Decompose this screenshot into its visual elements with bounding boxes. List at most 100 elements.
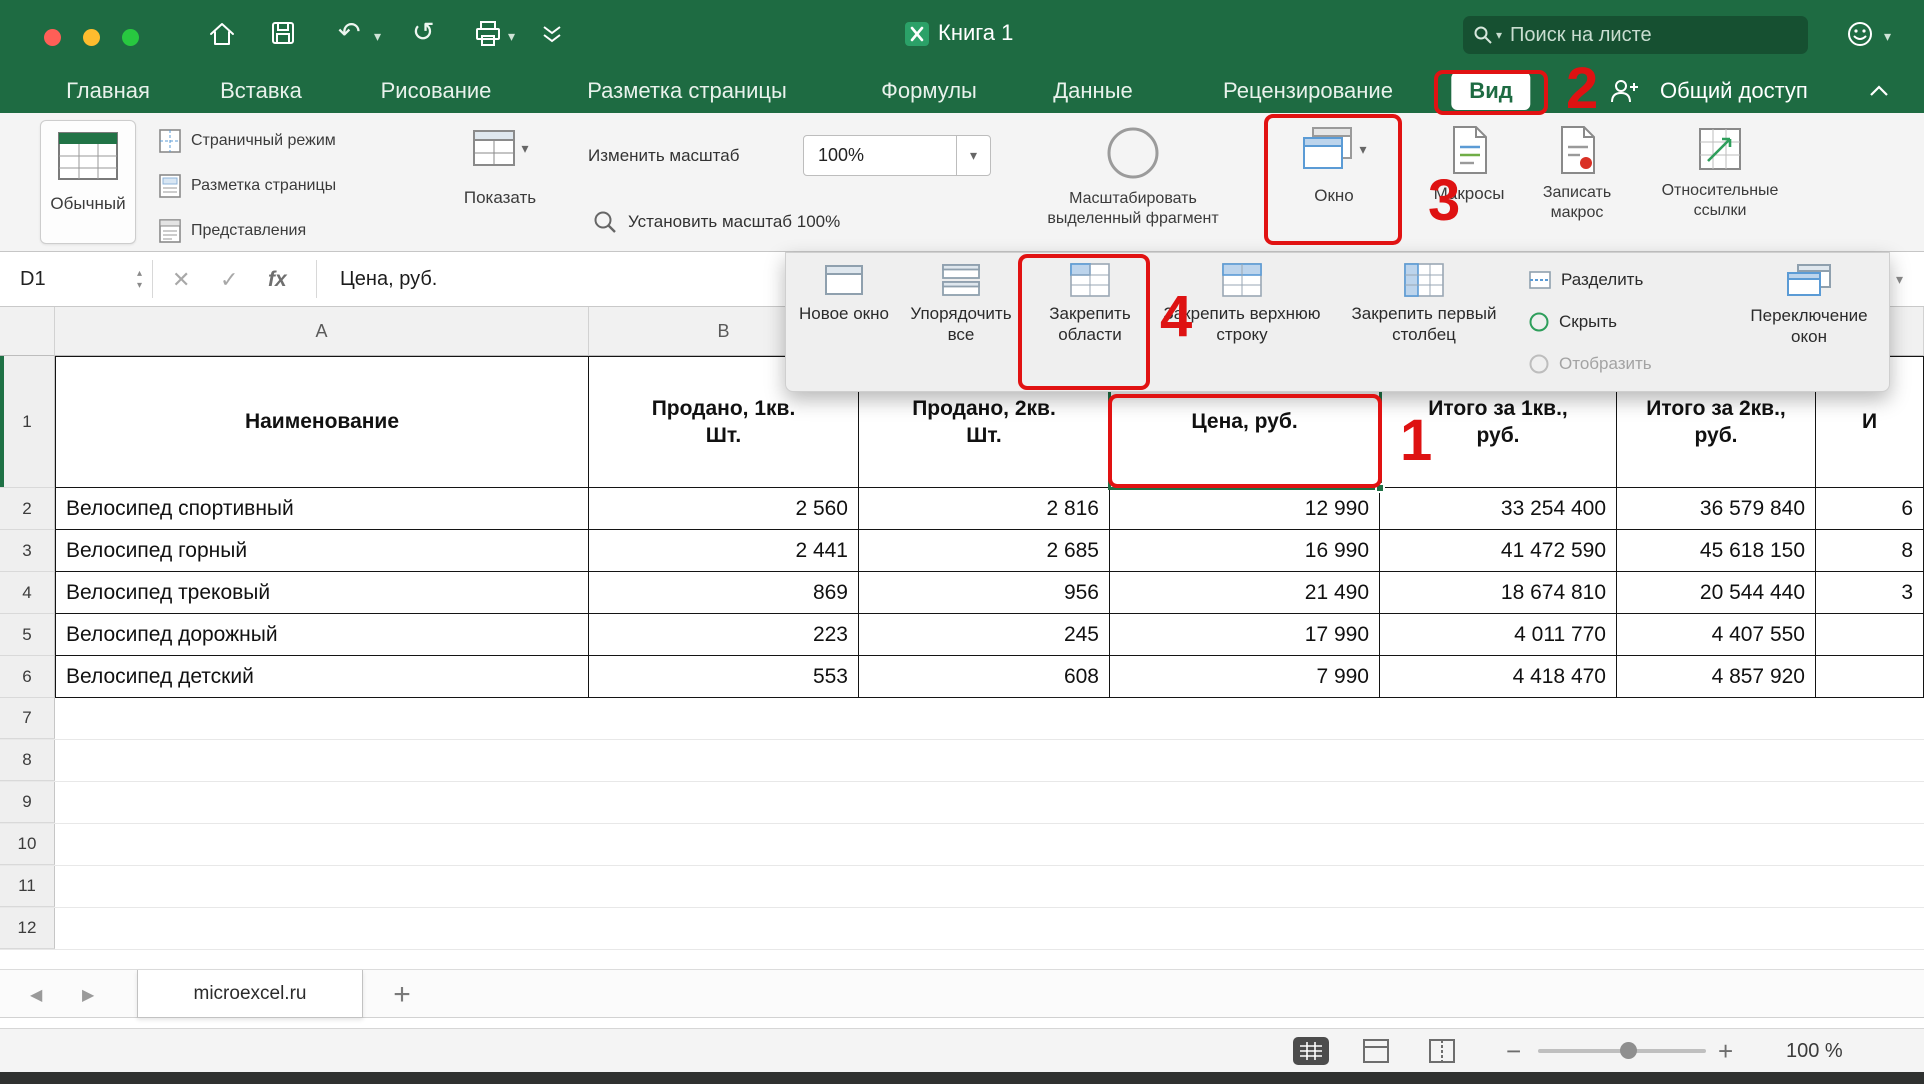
cell[interactable]: Велосипед трековый xyxy=(55,572,589,614)
page-layout-view-button[interactable]: Разметка страницы xyxy=(158,168,336,204)
save-icon[interactable] xyxy=(270,20,296,46)
status-page-layout-button[interactable] xyxy=(1362,1029,1390,1073)
cell[interactable]: 4 418 470 xyxy=(1380,656,1617,698)
row-number[interactable]: 12 xyxy=(0,908,55,949)
row-number[interactable]: 8 xyxy=(0,740,55,781)
cell[interactable]: 16 990 xyxy=(1110,530,1380,572)
zoom-combobox[interactable]: 100% ▾ xyxy=(803,135,991,176)
select-all-corner[interactable] xyxy=(0,307,55,356)
print-dropdown-icon[interactable]: ▾ xyxy=(508,28,515,45)
cell[interactable]: 245 xyxy=(859,614,1110,656)
cell[interactable]: 33 254 400 xyxy=(1380,488,1617,530)
cell[interactable]: Велосипед спортивный xyxy=(55,488,589,530)
column-header-a[interactable]: A xyxy=(55,307,589,356)
cell[interactable] xyxy=(1816,614,1924,656)
cell[interactable]: 869 xyxy=(589,572,859,614)
close-window-button[interactable] xyxy=(44,29,61,46)
menu-item-switch-windows[interactable]: Переключение окон xyxy=(1734,263,1884,348)
header-cell-name[interactable]: Наименование xyxy=(55,356,589,488)
normal-view-button[interactable]: Обычный xyxy=(40,120,136,244)
cell[interactable]: 21 490 xyxy=(1110,572,1380,614)
cell[interactable]: 2 560 xyxy=(589,488,859,530)
cell[interactable]: 4 857 920 xyxy=(1617,656,1816,698)
name-box[interactable]: D1 ▴▾ xyxy=(0,252,152,307)
cell[interactable]: 8 xyxy=(1816,530,1924,572)
search-input[interactable] xyxy=(1510,24,1798,47)
confirm-entry-icon[interactable]: ✓ xyxy=(220,252,238,307)
row-number[interactable]: 9 xyxy=(0,782,55,823)
formula-content[interactable]: Цена, руб. xyxy=(340,252,437,307)
tab-data[interactable]: Данные xyxy=(1053,69,1132,113)
zoom-to-selection-button[interactable]: Масштабировать выделенный фрагмент xyxy=(1038,125,1228,229)
collapse-ribbon-icon[interactable] xyxy=(1868,84,1890,98)
cell[interactable]: 18 674 810 xyxy=(1380,572,1617,614)
tab-draw[interactable]: Рисование xyxy=(381,69,492,113)
expand-formula-bar-icon[interactable]: ▾ xyxy=(1896,252,1903,307)
status-normal-view-button[interactable] xyxy=(1292,1029,1330,1073)
record-macro-button[interactable]: Записать макрос xyxy=(1524,125,1630,223)
cell[interactable]: 608 xyxy=(859,656,1110,698)
cell[interactable]: Велосипед детский xyxy=(55,656,589,698)
cell[interactable]: 20 544 440 xyxy=(1617,572,1816,614)
cell[interactable]: 7 990 xyxy=(1110,656,1380,698)
add-sheet-button[interactable]: + xyxy=(382,970,422,1019)
status-page-break-button[interactable] xyxy=(1428,1029,1456,1073)
row-number[interactable]: 4 xyxy=(0,572,55,614)
search-box[interactable]: ▾ xyxy=(1463,16,1808,54)
menu-item-new-window[interactable]: Новое окно xyxy=(792,263,896,324)
cell[interactable]: 41 472 590 xyxy=(1380,530,1617,572)
zoom-window-button[interactable] xyxy=(122,29,139,46)
redo-icon[interactable]: ↺ xyxy=(412,19,435,46)
undo-dropdown-icon[interactable]: ▾ xyxy=(374,28,381,45)
zoom-slider-thumb[interactable] xyxy=(1620,1042,1637,1059)
cell[interactable]: 553 xyxy=(589,656,859,698)
zoom-in-button[interactable]: + xyxy=(1718,1029,1733,1073)
row-number[interactable]: 11 xyxy=(0,866,55,907)
share-button[interactable]: Общий доступ xyxy=(1660,69,1808,113)
cell[interactable]: 4 407 550 xyxy=(1617,614,1816,656)
row-number[interactable]: 3 xyxy=(0,530,55,572)
insert-function-icon[interactable]: fx xyxy=(268,252,287,307)
sheet-tab-active[interactable]: microexcel.ru xyxy=(137,970,363,1018)
cell[interactable]: 36 579 840 xyxy=(1617,488,1816,530)
empty-cells[interactable] xyxy=(55,782,1924,823)
row-number-1[interactable]: 1 xyxy=(0,356,55,488)
cell[interactable]: 17 990 xyxy=(1110,614,1380,656)
cell[interactable]: 45 618 150 xyxy=(1617,530,1816,572)
tab-review[interactable]: Рецензирование xyxy=(1223,69,1393,113)
empty-cells[interactable] xyxy=(55,698,1924,739)
tab-home[interactable]: Главная xyxy=(66,69,150,113)
cell[interactable] xyxy=(1816,656,1924,698)
cell[interactable]: 2 685 xyxy=(859,530,1110,572)
empty-cells[interactable] xyxy=(55,824,1924,865)
menu-item-arrange-all[interactable]: Упорядочить все xyxy=(900,263,1022,346)
cell[interactable]: Велосипед дорожный xyxy=(55,614,589,656)
tab-formulas[interactable]: Формулы xyxy=(881,69,977,113)
cell[interactable]: Велосипед горный xyxy=(55,530,589,572)
search-scope-dropdown-icon[interactable]: ▾ xyxy=(1496,28,1502,42)
row-number[interactable]: 7 xyxy=(0,698,55,739)
minimize-window-button[interactable] xyxy=(83,29,100,46)
cell[interactable]: 2 441 xyxy=(589,530,859,572)
cell[interactable]: 223 xyxy=(589,614,859,656)
row-number[interactable]: 6 xyxy=(0,656,55,698)
name-box-stepper[interactable]: ▴▾ xyxy=(137,269,142,291)
cell[interactable]: 6 xyxy=(1816,488,1924,530)
previous-sheet-icon[interactable]: ◀ xyxy=(30,970,42,1019)
customize-toolbar-icon[interactable] xyxy=(540,24,564,44)
cell[interactable]: 3 xyxy=(1816,572,1924,614)
cell[interactable]: 4 011 770 xyxy=(1380,614,1617,656)
zoom-out-button[interactable]: − xyxy=(1506,1029,1521,1073)
menu-item-hide[interactable]: Скрыть xyxy=(1528,301,1724,343)
next-sheet-icon[interactable]: ▶ xyxy=(82,970,94,1019)
page-break-preview-button[interactable]: Страничный режим xyxy=(158,123,336,159)
print-icon[interactable] xyxy=(474,20,502,48)
row-number[interactable]: 5 xyxy=(0,614,55,656)
zoom-100-button[interactable]: Установить масштаб 100% xyxy=(592,209,840,235)
zoom-combobox-dropdown-icon[interactable]: ▾ xyxy=(956,136,990,175)
relative-references-button[interactable]: Относительные ссылки xyxy=(1636,125,1804,221)
show-button[interactable]: ▾ Показать xyxy=(448,127,552,208)
cell[interactable]: 2 816 xyxy=(859,488,1110,530)
row-number[interactable]: 10 xyxy=(0,824,55,865)
tab-insert[interactable]: Вставка xyxy=(220,69,302,113)
